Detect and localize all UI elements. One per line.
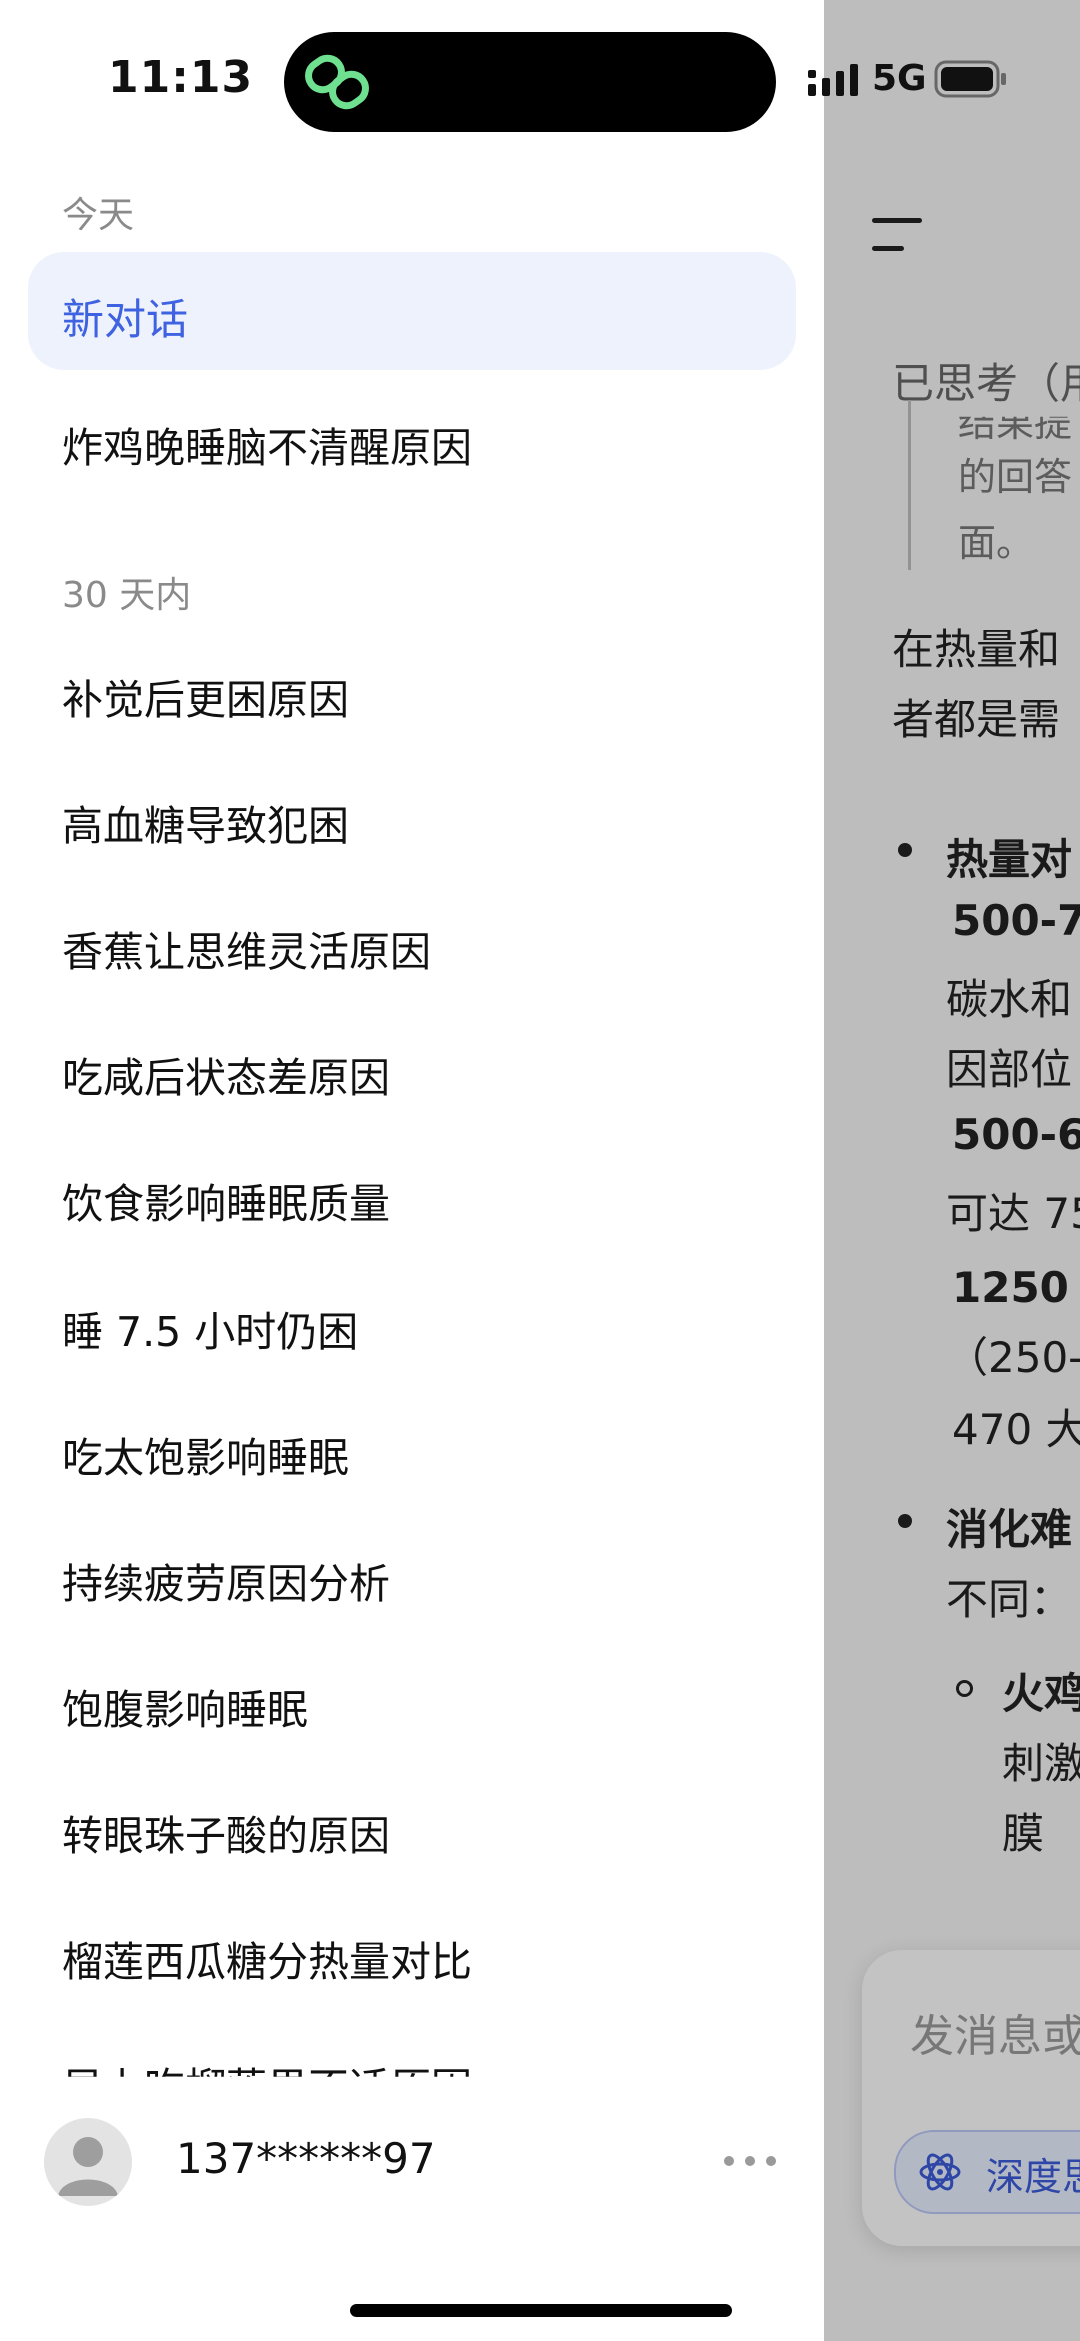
conversation-item[interactable]: 香蕉让思维灵活原因 — [62, 918, 431, 978]
conversation-item[interactable]: 饮食影响睡眠质量 — [62, 1170, 390, 1230]
bullet-line: 可达 75 — [946, 1189, 1080, 1238]
conversation-item[interactable]: 榴莲西瓜糖分热量对比 — [62, 1928, 472, 1988]
sub-bullet-line: 膜 — [1002, 1809, 1045, 1858]
bullet-line: 470 大 — [952, 1405, 1080, 1454]
conversation-item[interactable]: 持续疲劳原因分析 — [62, 1550, 390, 1610]
quote-line: 面。 — [958, 521, 1035, 565]
sub-bullet-icon — [956, 1680, 973, 1697]
user-bar: 137******97 — [0, 2078, 824, 2248]
message-input-card[interactable]: 发消息或 深度思 — [862, 1950, 1080, 2246]
answer-paragraph-line: 者都是需 — [892, 695, 1061, 744]
dynamic-island — [284, 32, 776, 132]
avatar[interactable] — [44, 2118, 132, 2206]
more-icon[interactable] — [722, 2154, 778, 2168]
app-link-icon — [305, 54, 369, 110]
conversation-item[interactable]: 高血糖导致犯困 — [62, 792, 349, 852]
conversation-item[interactable]: 吃太饱影响睡眠 — [62, 1424, 349, 1484]
user-name: 137******97 — [176, 2134, 436, 2183]
bullet-line: 500-7 — [952, 896, 1080, 945]
bullet-line: 碳水和 — [946, 975, 1073, 1024]
bullet-line: 不同： — [946, 1575, 1073, 1624]
new-chat-label: 新对话 — [62, 295, 189, 344]
chat-panel: 已思考（用 结果提 的回答 面。 在热量和 者都是需 热量对 500-7 碳水和… — [824, 0, 1080, 2341]
bullet-line: 消化难 — [946, 1505, 1073, 1554]
bullet-icon — [898, 843, 912, 857]
atom-icon — [919, 2153, 961, 2191]
menu-icon[interactable] — [872, 214, 932, 254]
conversation-item[interactable]: 转眼珠子酸的原因 — [62, 1802, 390, 1862]
quote-line: 的回答 — [958, 455, 1073, 499]
conversation-item[interactable]: 饱腹影响睡眠 — [62, 1676, 308, 1736]
bullet-line: 因部位 — [946, 1045, 1073, 1094]
conversation-item[interactable]: 补觉后更困原因 — [62, 666, 349, 726]
deep-think-button[interactable]: 深度思 — [894, 2130, 1080, 2214]
network-label: 5G — [872, 58, 927, 99]
thinking-status[interactable]: 已思考（用 — [892, 350, 1080, 411]
conversation-item[interactable]: 吃咸后状态差原因 — [62, 1044, 390, 1104]
sub-bullet-line: 刺激 — [1002, 1739, 1080, 1788]
bullet-icon — [898, 1514, 912, 1528]
section-today-label: 今天 — [62, 195, 135, 236]
deep-think-label: 深度思 — [986, 2155, 1080, 2199]
section-30-days-label: 30 天内 — [62, 575, 192, 616]
sub-bullet-line: 火鸡 — [1002, 1669, 1080, 1718]
answer-paragraph-line: 在热量和 — [892, 625, 1061, 674]
conversation-item[interactable]: 炸鸡晚睡脑不清醒原因 — [62, 414, 472, 474]
home-indicator[interactable] — [350, 2304, 732, 2317]
new-chat-button[interactable]: 新对话 — [28, 252, 796, 370]
user-avatar-icon — [58, 2137, 118, 2196]
conversation-item[interactable]: 睡 7.5 小时仍困 — [62, 1298, 358, 1358]
signal-icon — [808, 64, 858, 96]
bullet-line: 1250 大 — [952, 1263, 1080, 1312]
quote-divider — [908, 400, 911, 570]
status-time: 11:13 — [108, 52, 254, 103]
message-input[interactable]: 发消息或 — [910, 2000, 1080, 2064]
sidebar-drawer: 11:13 今天 新对话 炸鸡晚睡脑不清醒原因 30 天内 补觉后更困原因 高血… — [0, 0, 824, 2341]
battery-icon — [934, 60, 1006, 98]
bullet-line: 500-6 — [952, 1110, 1080, 1159]
bullet-line: （250- — [946, 1333, 1080, 1382]
bullet-line: 热量对 — [946, 835, 1073, 884]
